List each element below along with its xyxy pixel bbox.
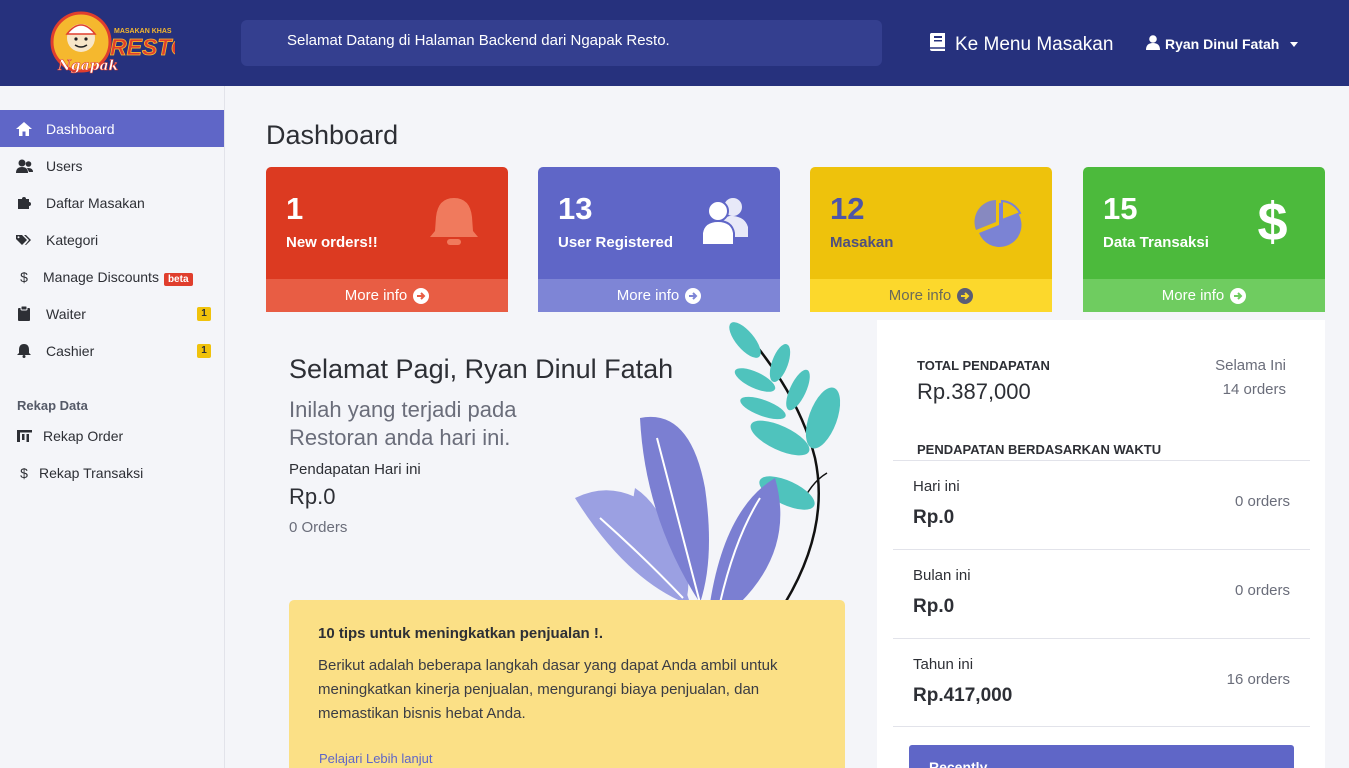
sidebar-item-label: Daftar Masakan <box>46 194 145 211</box>
row-label: Bulan ini <box>913 567 971 584</box>
sidebar-item-cashier[interactable]: Cashier 1 <box>0 332 224 369</box>
sidebar-item-label: Rekap Order <box>43 427 124 444</box>
arrow-circle-right-icon <box>957 287 974 304</box>
beta-badge: beta <box>163 272 193 286</box>
plant-illustration <box>565 318 855 604</box>
revenue-row-year: Tahun ini Rp.417,000 16 orders <box>893 638 1310 727</box>
user-dropdown[interactable]: Ryan Dinul Fatah <box>1146 35 1299 53</box>
tips-title: 10 tips untuk meningkatkan penjualan !. <box>318 625 604 642</box>
revenue-panel: TOTAL PENDAPATAN Rp.387,000 Selama Ini 1… <box>877 320 1325 768</box>
more-info-link[interactable]: More info <box>810 279 1052 312</box>
sidebar-item-label: Waiter <box>46 305 86 322</box>
total-revenue-period: Selama Ini <box>1215 357 1286 374</box>
bell-icon <box>15 343 33 359</box>
dollar-icon: $ <box>20 464 28 481</box>
sidebar-item-manage-discounts[interactable]: $ Manage Discounts beta <box>0 258 224 295</box>
welcome-text: Selamat Datang di Halaman Backend dari N… <box>287 32 670 49</box>
sidebar-item-dashboard[interactable]: Dashboard <box>0 110 224 147</box>
stat-caption: User Registered <box>558 234 674 251</box>
section-title-rekap-data: Rekap Data <box>17 398 88 413</box>
sidebar-item-daftar-masakan[interactable]: Daftar Masakan <box>0 184 224 221</box>
more-info-link[interactable]: More info <box>266 279 508 312</box>
stat-number: 13 <box>558 191 593 226</box>
revenue-by-time-label: PENDAPATAN BERDASARKAN WAKTU <box>917 442 1162 457</box>
total-revenue-label: TOTAL PENDAPATAN <box>917 358 1050 373</box>
dollar-icon: $ <box>20 268 28 285</box>
tags-icon <box>15 232 33 248</box>
today-revenue-label: Pendapatan Hari ini <box>289 461 421 478</box>
stat-number: 12 <box>830 191 865 226</box>
sidebar-item-waiter[interactable]: Waiter 1 <box>0 295 224 332</box>
book-icon <box>929 32 947 58</box>
clipboard-icon <box>15 306 33 322</box>
sidebar: Dashboard Users Daftar Masakan Kategori … <box>0 86 225 768</box>
more-info-link[interactable]: More info <box>1083 279 1325 312</box>
sidebar-item-label: Cashier <box>46 342 95 359</box>
sidebar-item-rekap-order[interactable]: Rekap Order <box>0 417 224 454</box>
stat-number: 1 <box>286 191 304 226</box>
sidebar-item-label: Users <box>46 157 83 174</box>
sales-tips-card: 10 tips untuk meningkatkan penjualan !. … <box>289 600 845 768</box>
stat-card-data-transaksi: 15 Data Transaksi $ More info <box>1083 167 1325 312</box>
today-revenue-value: Rp.0 <box>289 484 336 509</box>
arrow-circle-right-icon <box>413 287 430 304</box>
puzzle-icon <box>15 195 33 211</box>
recently-header: Recently <box>909 745 1294 768</box>
greeting-subtitle: Inilah yang terjadi pada Restoran anda h… <box>289 397 517 450</box>
top-header: MASAKAN KHAS RESTO Ngapak Selamat Datang… <box>0 0 1349 86</box>
cashier-count-badge: 1 <box>197 343 211 358</box>
revenue-row-month: Bulan ini Rp.0 0 orders <box>893 549 1310 638</box>
row-label: Hari ini <box>913 478 960 495</box>
users-icon <box>15 158 33 174</box>
stat-number: 15 <box>1103 191 1138 226</box>
svg-text:Ngapak: Ngapak <box>57 58 119 74</box>
user-name: Ryan Dinul Fatah <box>1165 36 1280 52</box>
stat-caption: Data Transaksi <box>1103 234 1209 251</box>
row-value: Rp.0 <box>913 507 955 528</box>
svg-text:RESTO: RESTO <box>110 34 175 60</box>
today-orders-count: 0 Orders <box>289 519 348 536</box>
waiter-count-badge: 1 <box>197 306 211 321</box>
sidebar-item-rekap-transaksi[interactable]: $ Rekap Transaksi <box>0 454 224 491</box>
pie-chart-icon <box>972 195 1027 250</box>
home-icon <box>15 121 33 137</box>
tips-body: Berikut adalah beberapa langkah dasar ya… <box>318 657 778 722</box>
welcome-banner: Selamat Datang di Halaman Backend dari N… <box>241 20 882 66</box>
row-orders: 0 orders <box>1234 493 1290 510</box>
stat-caption: New orders!! <box>286 234 378 251</box>
sidebar-item-label: Rekap Transaksi <box>39 464 144 481</box>
more-info-link[interactable]: More info <box>538 279 780 312</box>
menu-masakan-link[interactable]: Ke Menu Masakan <box>929 32 1113 58</box>
sidebar-item-label: Manage Discounts beta <box>43 269 193 286</box>
row-orders: 0 orders <box>1234 582 1290 599</box>
caret-down-icon <box>1290 41 1299 47</box>
total-revenue-orders: 14 orders <box>1222 381 1286 398</box>
total-revenue-value: Rp.387,000 <box>917 379 1031 404</box>
stat-card-user-registered: 13 User Registered More info <box>538 167 780 312</box>
bell-icon <box>428 195 483 250</box>
sidebar-item-label: Kategori <box>46 231 99 248</box>
arrow-circle-right-icon <box>685 287 702 304</box>
sidebar-item-users[interactable]: Users <box>0 147 224 184</box>
chart-icon <box>15 428 33 444</box>
row-label: Tahun ini <box>913 656 974 673</box>
sidebar-item-label: Dashboard <box>46 120 115 137</box>
row-orders: 16 orders <box>1226 671 1290 688</box>
row-value: Rp.0 <box>913 596 955 617</box>
revenue-row-today: Hari ini Rp.0 0 orders <box>893 460 1310 549</box>
learn-more-link[interactable]: Pelajari Lebih lanjut <box>319 751 432 766</box>
dollar-icon: $ <box>1257 192 1288 252</box>
stat-card-new-orders: 1 New orders!! More info <box>266 167 508 312</box>
stat-caption: Masakan <box>830 234 894 251</box>
row-value: Rp.417,000 <box>913 685 1013 706</box>
users-icon <box>700 195 755 250</box>
stat-card-masakan: 12 Masakan More info <box>810 167 1052 312</box>
menu-masakan-label: Ke Menu Masakan <box>955 34 1114 55</box>
page-title: Dashboard <box>266 120 399 150</box>
ngapak-resto-logo[interactable]: MASAKAN KHAS RESTO Ngapak <box>50 10 189 76</box>
user-icon <box>1146 35 1160 53</box>
arrow-circle-right-icon <box>1230 287 1247 304</box>
sidebar-item-kategori[interactable]: Kategori <box>0 221 224 258</box>
